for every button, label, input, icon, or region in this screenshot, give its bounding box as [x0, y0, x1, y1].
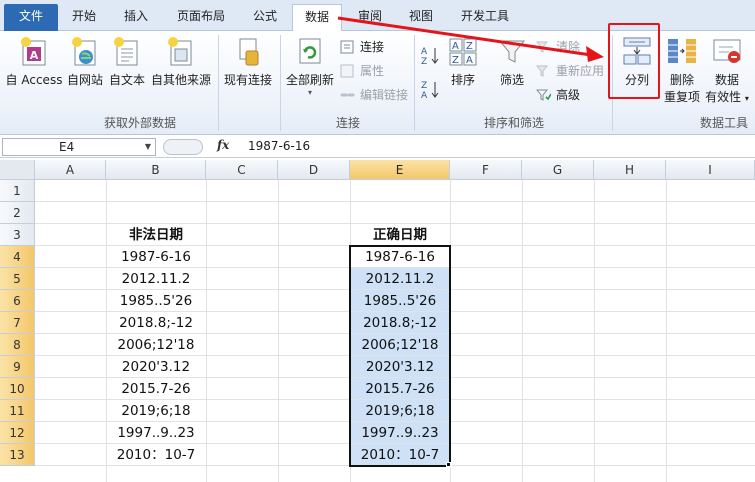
cell-b12[interactable]: 1997..9..23: [106, 422, 206, 444]
cell-e3-header[interactable]: 正确日期: [350, 224, 450, 246]
row-header-4[interactable]: 4: [0, 246, 35, 268]
row-header-5[interactable]: 5: [0, 268, 35, 290]
cell-b13[interactable]: 2010：10-7: [106, 444, 206, 466]
grid-line: [35, 201, 755, 202]
row-header-13[interactable]: 13: [0, 444, 35, 466]
cell-b8[interactable]: 2006;12'18: [106, 334, 206, 356]
insert-function-icon[interactable]: fx: [217, 138, 229, 152]
row-header-12[interactable]: 12: [0, 422, 35, 444]
select-all-corner[interactable]: [0, 160, 35, 180]
column-header-a[interactable]: A: [35, 160, 106, 180]
row-header-9[interactable]: 9: [0, 356, 35, 378]
selection-border: [349, 245, 451, 467]
formula-bar: E4 ▼ fx 1987-6-16: [0, 136, 755, 158]
column-header-e[interactable]: E: [350, 160, 450, 180]
name-box-value: E4: [59, 140, 75, 154]
cell-b9[interactable]: 2020'3.12: [106, 356, 206, 378]
row-header-1[interactable]: 1: [0, 180, 35, 202]
cell-b6[interactable]: 1985..5'26: [106, 290, 206, 312]
worksheet-grid[interactable]: A B C D E F G H I 1 2 3 4 5 6 7 8 9 10 1…: [0, 160, 755, 482]
row-header-10[interactable]: 10: [0, 378, 35, 400]
row-header-7[interactable]: 7: [0, 312, 35, 334]
column-header-g[interactable]: G: [522, 160, 594, 180]
column-header-b[interactable]: B: [106, 160, 206, 180]
cell-b3-header[interactable]: 非法日期: [106, 224, 206, 246]
name-box[interactable]: E4 ▼: [2, 138, 156, 156]
grid-line: [522, 180, 523, 482]
cell-b5[interactable]: 2012.11.2: [106, 268, 206, 290]
grid-line: [206, 180, 207, 482]
column-header-d[interactable]: D: [278, 160, 350, 180]
column-header-f[interactable]: F: [450, 160, 522, 180]
formula-bar-handle[interactable]: [163, 139, 203, 155]
chevron-down-icon[interactable]: ▼: [145, 139, 151, 155]
column-header-c[interactable]: C: [206, 160, 278, 180]
column-header-h[interactable]: H: [594, 160, 666, 180]
fill-handle[interactable]: [446, 462, 451, 467]
cell-b4[interactable]: 1987-6-16: [106, 246, 206, 268]
cell-b10[interactable]: 2015.7-26: [106, 378, 206, 400]
row-header-2[interactable]: 2: [0, 202, 35, 224]
cell-b11[interactable]: 2019;6;18: [106, 400, 206, 422]
row-header-8[interactable]: 8: [0, 334, 35, 356]
row-header-11[interactable]: 11: [0, 400, 35, 422]
grid-line: [594, 180, 595, 482]
cell-b7[interactable]: 2018.8;-12: [106, 312, 206, 334]
grid-line: [666, 180, 667, 482]
formula-input[interactable]: 1987-6-16: [248, 139, 310, 153]
row-header-3[interactable]: 3: [0, 224, 35, 246]
row-header-6[interactable]: 6: [0, 290, 35, 312]
column-header-i[interactable]: I: [666, 160, 755, 180]
grid-line: [278, 180, 279, 482]
